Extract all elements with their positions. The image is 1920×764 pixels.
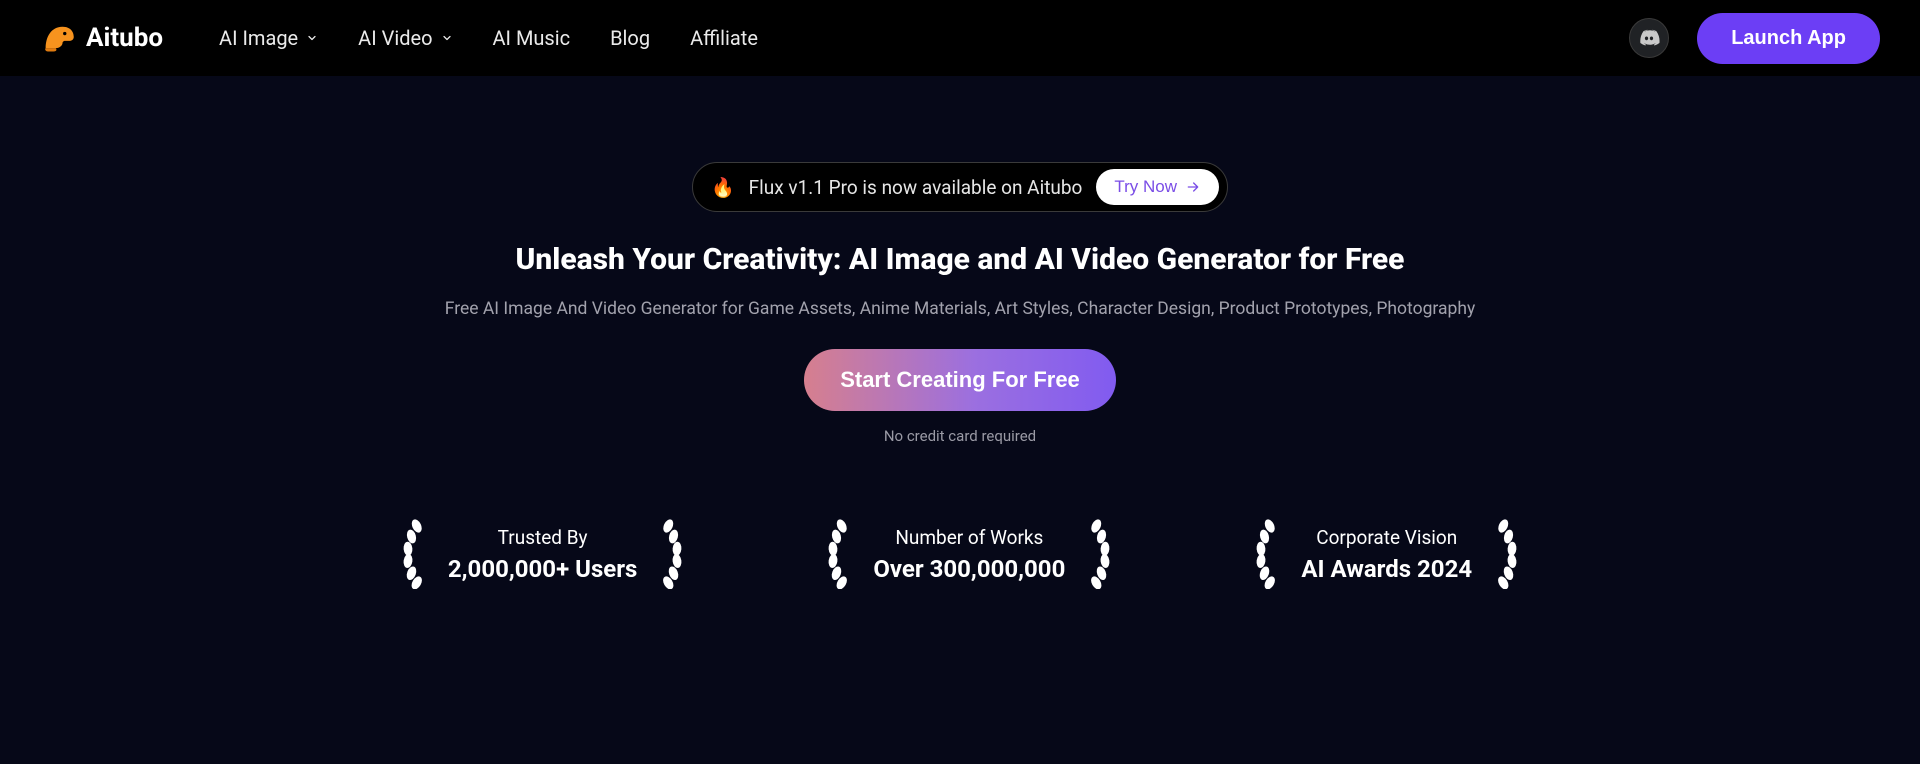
stat-number-of-works: Number of Works Over 300,000,000 [815, 519, 1123, 589]
launch-app-button[interactable]: Launch App [1697, 13, 1880, 64]
promo-banner: 🔥 Flux v1.1 Pro is now available on Aitu… [692, 162, 1228, 212]
promo-text: Flux v1.1 Pro is now available on Aitubo [749, 176, 1083, 199]
brand-name: Aitubo [86, 23, 163, 53]
stat-label: Trusted By [448, 526, 637, 549]
nav-label: Affiliate [690, 26, 758, 50]
brand-logo[interactable]: Aitubo [40, 20, 163, 56]
nav-blog[interactable]: Blog [610, 26, 650, 50]
nav-label: AI Music [493, 26, 571, 50]
nav-label: AI Image [219, 26, 298, 50]
nav-ai-music[interactable]: AI Music [493, 26, 571, 50]
nav-affiliate[interactable]: Affiliate [690, 26, 758, 50]
laurel-icon [1494, 519, 1530, 589]
hero-subtitle: Free AI Image And Video Generator for Ga… [445, 299, 1476, 319]
chevron-down-icon [306, 32, 318, 44]
stat-corporate-vision: Corporate Vision AI Awards 2024 [1243, 519, 1530, 589]
hero-title: Unleash Your Creativity: AI Image and AI… [516, 242, 1405, 277]
nav-label: AI Video [358, 26, 432, 50]
arrow-right-icon [1185, 179, 1201, 195]
laurel-icon [390, 519, 426, 589]
nav-ai-video[interactable]: AI Video [358, 26, 452, 50]
nav-ai-image[interactable]: AI Image [219, 26, 318, 50]
try-now-button[interactable]: Try Now [1096, 169, 1219, 205]
laurel-icon [659, 519, 695, 589]
logo-icon [40, 20, 76, 56]
stat-label: Number of Works [873, 526, 1065, 549]
laurel-icon [1243, 519, 1279, 589]
laurel-icon [1087, 519, 1123, 589]
stat-value: AI Awards 2024 [1301, 555, 1472, 583]
chevron-down-icon [441, 32, 453, 44]
discord-icon [1638, 27, 1660, 49]
stat-value: Over 300,000,000 [873, 555, 1065, 583]
start-creating-button[interactable]: Start Creating For Free [804, 349, 1116, 411]
no-credit-note: No credit card required [884, 427, 1036, 445]
hero-section: 🔥 Flux v1.1 Pro is now available on Aitu… [0, 76, 1920, 589]
stat-trusted-by: Trusted By 2,000,000+ Users [390, 519, 695, 589]
laurel-icon [815, 519, 851, 589]
nav-label: Blog [610, 26, 650, 50]
stat-value: 2,000,000+ Users [448, 555, 637, 583]
try-now-label: Try Now [1114, 177, 1177, 197]
fire-icon: 🔥 [711, 176, 735, 199]
stats-row: Trusted By 2,000,000+ Users [390, 519, 1530, 589]
top-header: Aitubo AI Image AI Video AI Music Blog A… [0, 0, 1920, 76]
stat-label: Corporate Vision [1301, 526, 1472, 549]
discord-button[interactable] [1629, 18, 1669, 58]
main-nav: AI Image AI Video AI Music Blog Affiliat… [219, 26, 758, 50]
